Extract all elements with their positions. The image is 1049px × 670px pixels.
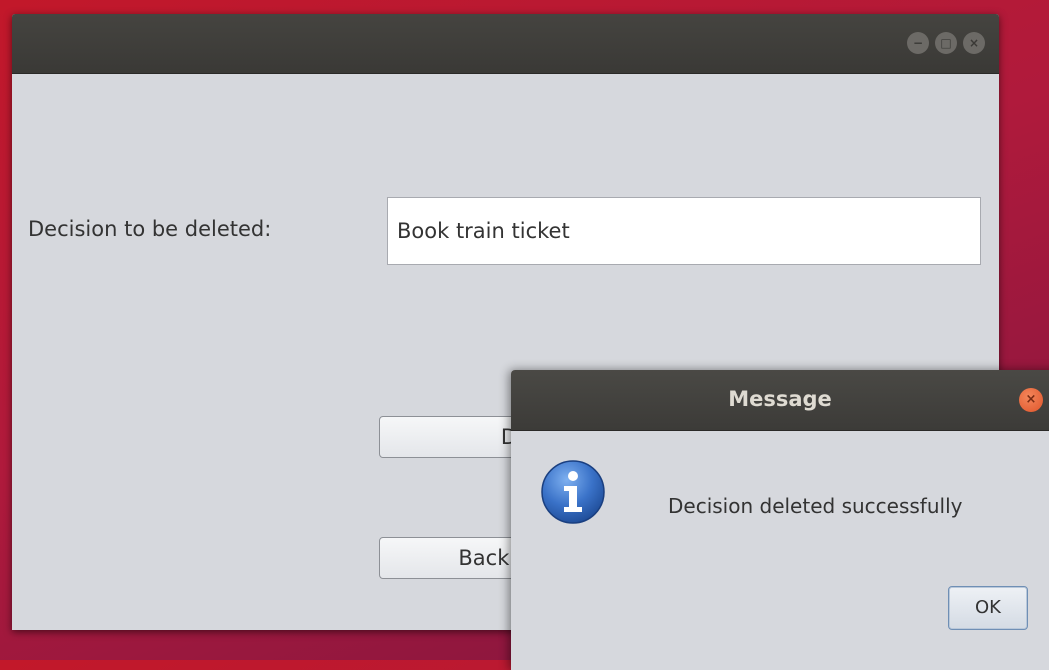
maximize-icon[interactable]: □ <box>935 32 957 54</box>
window-titlebar[interactable]: − □ × <box>12 14 999 74</box>
dialog-message: Decision deleted successfully <box>668 494 963 518</box>
close-icon[interactable]: × <box>1019 388 1043 412</box>
window-controls: − □ × <box>907 32 985 54</box>
close-icon[interactable]: × <box>963 32 985 54</box>
decision-label: Decision to be deleted: <box>28 217 272 241</box>
decision-input[interactable] <box>387 197 981 265</box>
dialog-title: Message <box>728 387 832 411</box>
minimize-icon[interactable]: − <box>907 32 929 54</box>
dialog-titlebar[interactable]: Message × <box>511 370 1049 431</box>
info-icon <box>541 460 605 524</box>
ok-button[interactable]: OK <box>948 586 1028 630</box>
message-dialog: Message × Decision deleted successfully … <box>511 370 1049 670</box>
